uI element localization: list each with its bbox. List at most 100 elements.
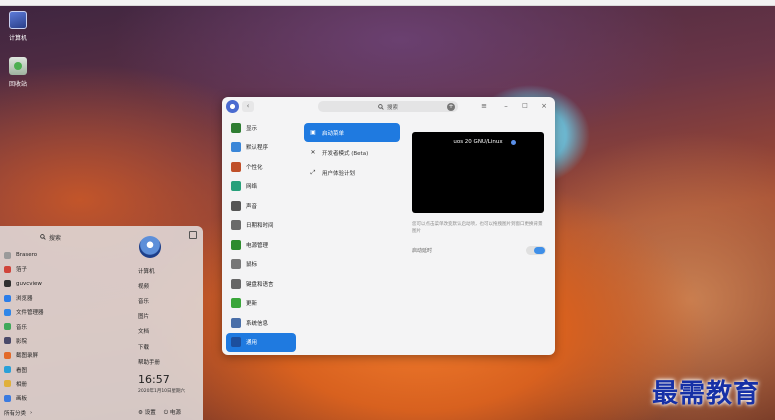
personalization-icon <box>231 161 241 172</box>
place-item[interactable]: 文档 <box>138 324 200 339</box>
app-icon <box>4 280 11 288</box>
trash-icon <box>9 57 27 75</box>
app-icon <box>4 294 11 302</box>
close-icon[interactable]: × <box>540 102 548 110</box>
sidebar-item[interactable]: 鼠标 <box>226 255 296 275</box>
menu-icon[interactable]: ≡ <box>480 102 488 110</box>
chevron-right-icon: › <box>30 410 33 416</box>
top-strip <box>0 0 775 6</box>
desktop-computer[interactable]: 计算机 <box>1 11 35 42</box>
sidebar-item[interactable]: 显示 <box>226 118 296 138</box>
all-categories-button[interactable]: 所有分类 › <box>4 409 32 417</box>
place-item[interactable]: 视频 <box>138 278 200 293</box>
desktop-icon-label: 回收站 <box>8 81 27 88</box>
place-item[interactable]: 音乐 <box>138 293 200 308</box>
launcher-search[interactable]: 搜索 <box>40 232 61 242</box>
app-icon <box>4 380 11 388</box>
boot-default-indicator <box>511 140 516 145</box>
clock-icon <box>231 220 241 231</box>
app-list-item[interactable]: 截图录屏 <box>4 348 132 362</box>
app-list-item[interactable]: Brasero <box>4 248 132 262</box>
sidebar-item[interactable]: 声音 <box>226 196 296 216</box>
place-item[interactable]: 帮助手册 <box>138 354 200 369</box>
sidebar-item-label: 声音 <box>246 203 258 210</box>
desktop: 计算机 回收站 搜索 Brasero 箔子 guvcview 浏览器 文件管理器 音乐 影院… <box>0 0 775 420</box>
settings-label: 设置 <box>144 410 156 416</box>
app-label: 箔子 <box>16 267 28 274</box>
control-center-window: ‹ 搜索 + ≡ – □ × 显示 默认程序个性化网络声音日期和时间电源管理鼠标键… <box>222 97 555 355</box>
sidebar-item-label: 网络 <box>246 184 258 191</box>
sound-icon <box>231 200 241 211</box>
app-label: 相册 <box>16 381 28 388</box>
sidebar-item[interactable]: 电源管理 <box>226 235 296 255</box>
subnav-icon: ⤢ <box>310 168 316 176</box>
subnav-label: 用户体验计划 <box>322 170 356 177</box>
app-list-item[interactable]: 箔子 <box>4 262 132 276</box>
app-icon <box>4 265 11 273</box>
desktop-trash[interactable]: 回收站 <box>1 57 35 88</box>
app-list-item[interactable]: 文件管理器 <box>4 305 132 319</box>
general-icon <box>231 337 241 348</box>
add-icon[interactable]: + <box>447 102 455 111</box>
clock: 16:57 <box>138 373 170 387</box>
sidebar-item[interactable]: 键盘和语言 <box>226 274 296 294</box>
app-icon <box>4 308 11 316</box>
place-item[interactable]: 计算机 <box>138 263 200 278</box>
app-label: 文件管理器 <box>16 310 44 317</box>
app-list: Brasero 箔子 guvcview 浏览器文件管理器音乐影院截图录屏看图相册画板 <box>4 248 132 405</box>
app-icon <box>4 394 11 402</box>
avatar[interactable] <box>139 236 161 258</box>
app-icon <box>4 366 11 374</box>
power-label: 电源 <box>169 410 181 416</box>
app-icon <box>4 337 11 345</box>
app-label: 音乐 <box>16 324 28 331</box>
sidebar-item-label: 系统信息 <box>246 320 269 327</box>
app-list-item[interactable]: 画板 <box>4 391 132 405</box>
maximize-icon[interactable]: □ <box>521 102 529 110</box>
back-button[interactable]: ‹ <box>242 101 254 112</box>
place-item[interactable]: 图片 <box>138 309 200 324</box>
boot-delay-toggle[interactable] <box>526 245 546 255</box>
sidebar-item-label: 个性化 <box>246 164 263 171</box>
sidebar-item[interactable]: 通用 <box>226 332 296 352</box>
sidebar-item[interactable]: 更新 <box>226 294 296 314</box>
system-info-icon <box>231 317 241 328</box>
places-list: 计算机 视频 音乐 图片 文档 下载 帮助手册 <box>138 263 200 369</box>
subnav-item[interactable]: ▣ 启动菜单 <box>304 123 400 142</box>
subnav-label: 启动菜单 <box>322 130 345 137</box>
general-subnav: ▣ 启动菜单 ✕ 开发者模式 (Beta) ⤢ 用户体验计划 <box>304 123 400 183</box>
settings-button[interactable]: ⚙ 设置 <box>138 408 156 417</box>
place-item[interactable]: 下载 <box>138 339 200 354</box>
app-label: 影院 <box>16 338 28 345</box>
sidebar-item-label: 电源管理 <box>246 242 269 249</box>
display-icon <box>231 122 241 133</box>
search-placeholder: 搜索 <box>386 104 398 111</box>
sidebar-item[interactable]: 网络 <box>226 177 296 197</box>
boot-menu-preview[interactable]: uos 20 GNU/Linux <box>412 132 544 213</box>
app-list-item[interactable]: guvcview <box>4 277 132 291</box>
power-button[interactable]: ⏻ 电源 <box>164 408 181 417</box>
app-list-item[interactable]: 影院 <box>4 334 132 348</box>
keyboard-icon <box>231 278 241 289</box>
app-label: 截图录屏 <box>16 353 39 360</box>
settings-search-input[interactable]: 搜索 + <box>318 101 458 112</box>
app-list-item[interactable]: 音乐 <box>4 319 132 333</box>
sidebar-item[interactable]: 系统信息 <box>226 313 296 333</box>
sidebar-item[interactable]: 个性化 <box>226 157 296 177</box>
sidebar-item[interactable]: 日期和时间 <box>226 216 296 236</box>
sidebar-item[interactable]: 默认程序 <box>226 138 296 158</box>
settings-sidebar: 显示 默认程序个性化网络声音日期和时间电源管理鼠标 键盘和语言 更新系统信息通用 <box>226 118 296 352</box>
search-icon <box>378 103 384 110</box>
app-list-item[interactable]: 浏览器 <box>4 291 132 305</box>
app-list-item[interactable]: 相册 <box>4 377 132 391</box>
sidebar-item-label: 通用 <box>246 340 258 347</box>
mouse-icon <box>231 259 241 270</box>
app-list-item[interactable]: 看图 <box>4 362 132 376</box>
subnav-item[interactable]: ⤢ 用户体验计划 <box>304 163 400 182</box>
default-apps-icon <box>231 142 241 153</box>
subnav-item[interactable]: ✕ 开发者模式 (Beta) <box>304 143 400 162</box>
watermark-logo: 最需教育 <box>652 379 761 409</box>
boot-hint-text: 您可以点击菜单改变默认启动项，也可以拖拽图片到窗口更换背景图片 <box>412 222 543 234</box>
minimize-icon[interactable]: – <box>502 102 510 110</box>
app-label: Brasero <box>16 252 38 259</box>
